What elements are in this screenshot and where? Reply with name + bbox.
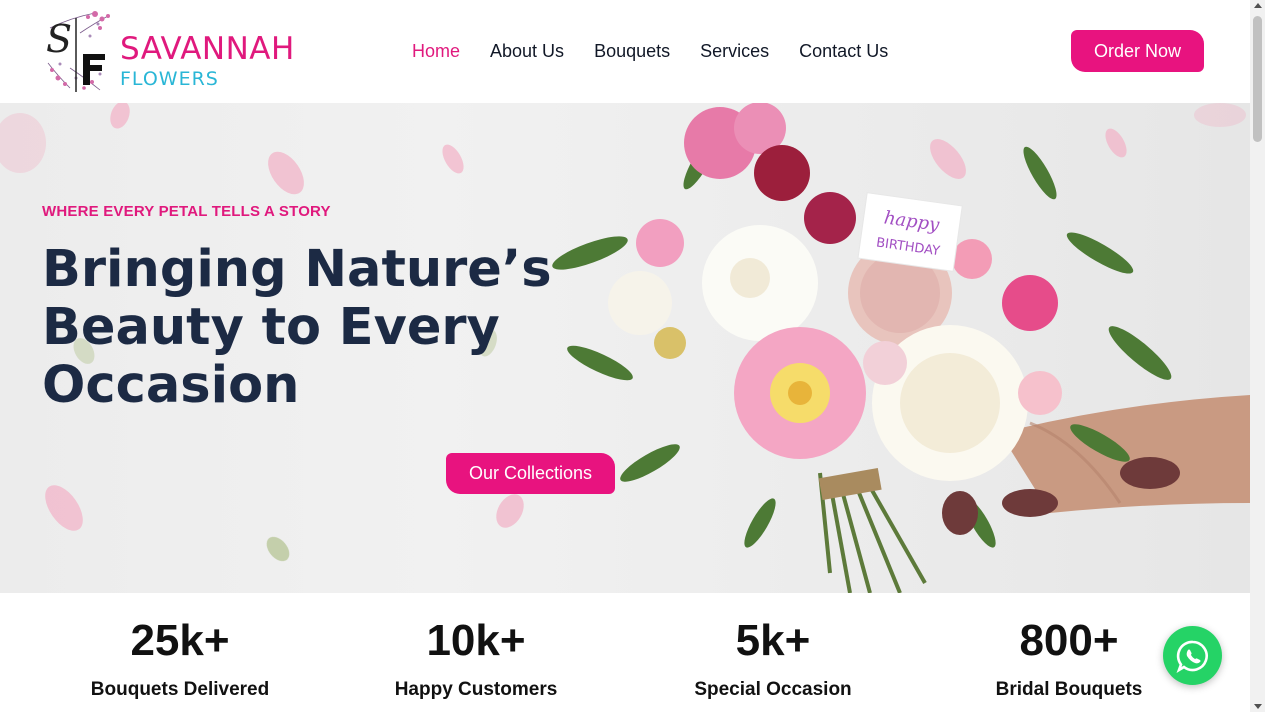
scroll-down-arrow-icon[interactable] <box>1254 704 1262 709</box>
stat-special-occasion: 5k+ Special Occasion <box>643 593 903 701</box>
stat-label: Special Occasion <box>694 679 852 700</box>
logo-mark-icon: S <box>46 11 110 92</box>
nav-services[interactable]: Services <box>700 40 769 62</box>
main-nav: Home About Us Bouquets Services Contact … <box>412 40 918 62</box>
stat-bridal-bouquets: 800+ Bridal Bouquets <box>939 593 1199 701</box>
nav-about-us[interactable]: About Us <box>490 40 564 62</box>
stat-label: Happy Customers <box>394 679 558 700</box>
hero-headline-line-1: Bringing Nature’s <box>42 240 552 299</box>
site-header: S SAVANNAH FLOWERS Home About Us Bouquet… <box>0 0 1250 103</box>
stat-happy-customers: 10k+ Happy Customers <box>346 593 606 701</box>
page: S SAVANNAH FLOWERS Home About Us Bouquet… <box>0 0 1265 712</box>
hero-headline-line-3: Occasion <box>42 356 300 415</box>
nav-home[interactable]: Home <box>412 40 460 62</box>
stat-number: 10k+ <box>426 616 526 665</box>
scroll-up-arrow-icon[interactable] <box>1254 3 1262 8</box>
stat-number: 800+ <box>1019 616 1119 665</box>
stat-label: Bouquets Delivered <box>90 679 270 700</box>
page-scrollbar[interactable] <box>1250 0 1265 712</box>
brand-name: SAVANNAH <box>120 31 295 67</box>
whatsapp-button[interactable] <box>1163 626 1222 685</box>
nav-contact-us[interactable]: Contact Us <box>799 40 888 62</box>
hero-section: happy BIRTHDAY WHERE EVERY PETAL TELLS A… <box>0 103 1250 593</box>
brand-logo[interactable]: S SAVANNAH FLOWERS <box>40 8 310 96</box>
brand-subname: FLOWERS <box>120 68 219 90</box>
order-now-button[interactable]: Order Now <box>1071 30 1204 72</box>
stat-number: 25k+ <box>130 616 230 665</box>
hero-headline: Bringing Nature’s Beauty to Every Occasi… <box>42 241 582 415</box>
hero-headline-line-2: Beauty to Every <box>42 298 500 357</box>
our-collections-button[interactable]: Our Collections <box>446 453 615 494</box>
nav-bouquets[interactable]: Bouquets <box>594 40 670 62</box>
svg-text:S: S <box>46 17 72 61</box>
stat-bouquets-delivered: 25k+ Bouquets Delivered <box>50 593 310 701</box>
stat-label: Bridal Bouquets <box>995 679 1143 700</box>
stats-section: 25k+ Bouquets Delivered 10k+ Happy Custo… <box>0 593 1250 712</box>
whatsapp-icon <box>1176 640 1208 673</box>
hero-tagline: WHERE EVERY PETAL TELLS A STORY <box>42 203 331 220</box>
stat-number: 5k+ <box>735 616 811 665</box>
scroll-thumb[interactable] <box>1253 16 1262 142</box>
